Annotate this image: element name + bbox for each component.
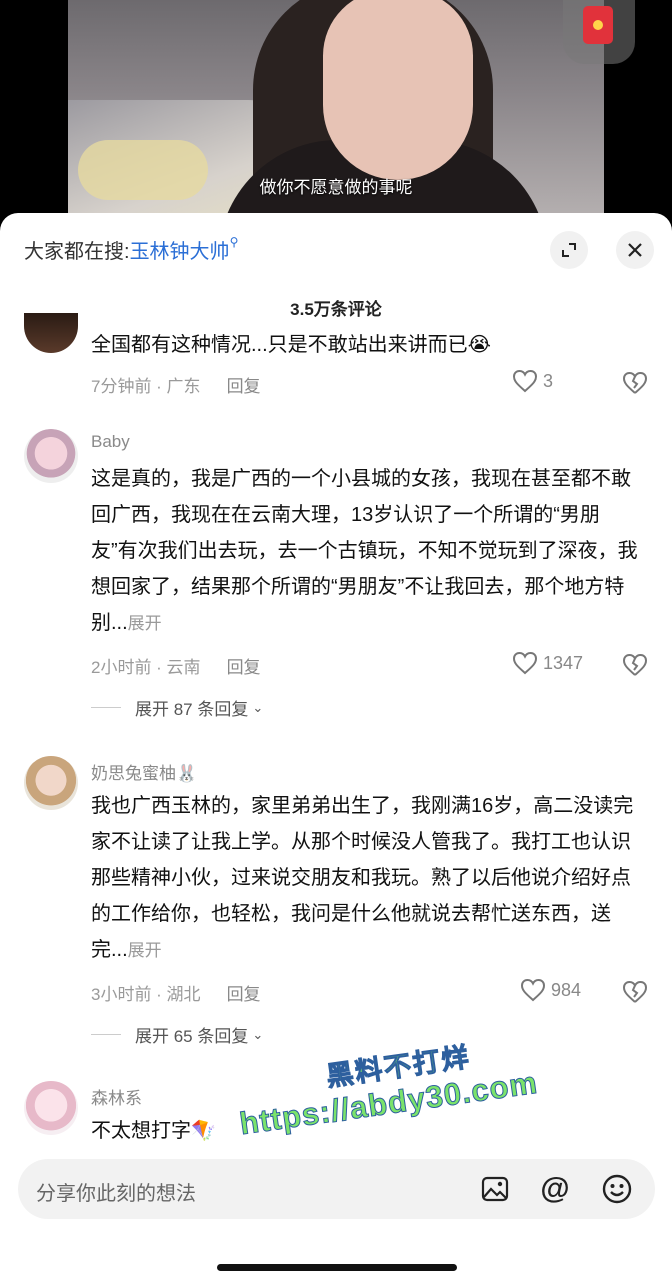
comment-text: 我也广西玉林的，家里弟弟出生了，我刚满16岁，高二没读完家不让读了让我上学。从那… <box>91 788 641 969</box>
search-prefix: 大家都在搜: <box>24 241 130 263</box>
dislike-button[interactable] <box>622 653 648 682</box>
comment-text: 全国都有这种情况...只是不敢站出来讲而已😭 <box>91 334 492 356</box>
heart-icon <box>512 651 538 675</box>
comment-time: 3小时前 · 湖北 <box>91 985 201 1004</box>
search-icon: ⚲ <box>229 235 239 249</box>
dislike-button[interactable] <box>622 371 648 400</box>
comment-username[interactable]: 森林系 <box>91 1084 142 1109</box>
comment-meta: 2小时前 · 云南 回复 <box>91 653 261 678</box>
comment-meta: 3小时前 · 湖北 回复 <box>91 980 261 1005</box>
video-subtitle: 做你不愿意做的事呢 <box>259 178 413 197</box>
heart-icon <box>512 369 538 393</box>
avatar[interactable] <box>24 429 78 483</box>
home-indicator[interactable] <box>217 1264 457 1271</box>
emoji-icon <box>602 1174 632 1204</box>
chevron-down-icon: ⌄ <box>252 1026 264 1042</box>
comment-text: 这是真的，我是广西的一个小县城的女孩，我现在甚至都不敢回广西，我现在在云南大理，… <box>91 461 641 642</box>
comment-time: 2小时前 · 云南 <box>91 658 201 677</box>
search-suggestion[interactable]: 大家都在搜:玉林钟大帅⚲ <box>24 235 238 264</box>
video-person-face <box>323 0 473 180</box>
more-replies-button[interactable]: 展开 87 条回复 ⌄ <box>91 695 263 720</box>
expand-button[interactable] <box>550 231 588 269</box>
emoji-button[interactable] <box>600 1172 634 1206</box>
broken-heart-icon <box>622 980 648 1003</box>
avatar[interactable] <box>24 313 78 353</box>
like-button[interactable]: 1347 <box>512 651 583 675</box>
video-player[interactable]: 做你不愿意做的事呢 <box>0 0 672 230</box>
search-keyword[interactable]: 玉林钟大帅 <box>130 241 230 263</box>
image-button[interactable] <box>478 1172 512 1206</box>
close-icon <box>628 243 642 257</box>
like-count: 1347 <box>543 652 584 673</box>
reply-button[interactable]: 回复 <box>227 658 261 677</box>
like-button[interactable]: 984 <box>520 978 581 1002</box>
like-count: 3 <box>543 370 554 391</box>
comment-count: 3.5万条评论 <box>290 300 382 319</box>
image-icon <box>481 1176 509 1202</box>
reply-button[interactable]: 回复 <box>227 377 261 396</box>
comment-time: 7分钟前 · 广东 <box>91 377 201 396</box>
comment-meta: 7分钟前 · 广东 回复 <box>91 372 261 397</box>
expand-text-button[interactable]: 展开 <box>128 614 162 633</box>
broken-heart-icon <box>622 653 648 676</box>
comment-text-body: 这是真的，我是广西的一个小县城的女孩，我现在甚至都不敢回广西，我现在在云南大理，… <box>91 468 638 634</box>
chevron-down-icon: ⌄ <box>252 699 264 715</box>
at-icon: @ <box>540 1172 570 1205</box>
comment-input-bar[interactable]: 分享你此刻的想法 @ <box>18 1159 655 1219</box>
like-count: 984 <box>551 979 582 1000</box>
comment-text-body: 我也广西玉林的，家里弟弟出生了，我刚满16岁，高二没读完家不让读了让我上学。从那… <box>91 795 634 961</box>
expand-icon <box>562 243 576 257</box>
red-packet-button[interactable] <box>563 0 635 64</box>
heart-icon <box>520 978 546 1002</box>
expand-text-button[interactable]: 展开 <box>128 941 162 960</box>
dislike-button[interactable] <box>622 980 648 1009</box>
broken-heart-icon <box>622 371 648 394</box>
like-button[interactable]: 3 <box>512 369 553 393</box>
comment-username[interactable]: 奶思兔蜜柚🐰 <box>91 759 197 784</box>
more-replies-button[interactable]: 展开 65 条回复 ⌄ <box>91 1022 263 1047</box>
red-packet-icon <box>583 6 613 44</box>
avatar[interactable] <box>24 756 78 810</box>
mention-button[interactable]: @ <box>538 1172 572 1206</box>
avatar[interactable] <box>24 1081 78 1135</box>
close-button[interactable] <box>616 231 654 269</box>
comment-input[interactable]: 分享你此刻的想法 <box>36 1177 196 1206</box>
more-replies-label: 展开 87 条回复 <box>135 700 249 719</box>
reply-button[interactable]: 回复 <box>227 985 261 1004</box>
more-replies-label: 展开 65 条回复 <box>135 1027 249 1046</box>
divider <box>91 1034 121 1035</box>
divider <box>91 707 121 708</box>
comment-username[interactable]: Baby <box>91 432 130 452</box>
